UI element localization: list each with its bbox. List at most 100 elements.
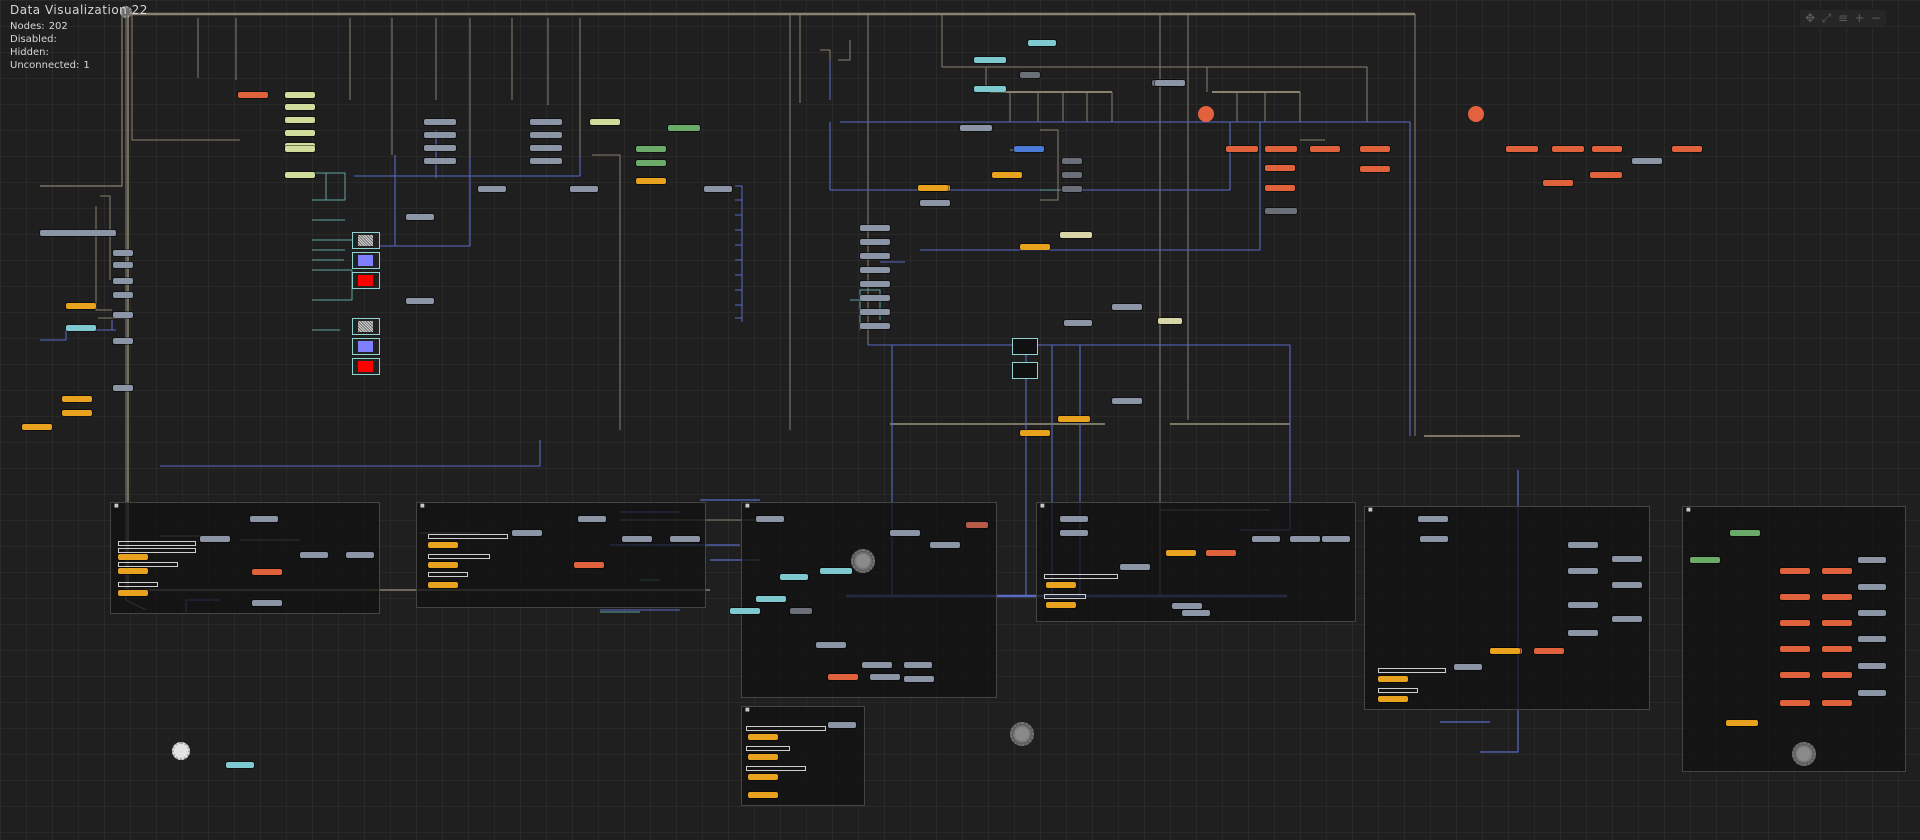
graph-node[interactable] [870,674,900,680]
text-field[interactable] [428,572,468,577]
text-field[interactable] [746,726,826,731]
graph-node[interactable] [113,292,133,298]
graph-node[interactable] [1198,106,1214,122]
graph-node[interactable] [748,792,778,798]
graph-node[interactable] [1552,146,1584,152]
graph-node[interactable] [860,267,890,273]
graph-node[interactable] [1592,146,1622,152]
graph-node[interactable] [1506,146,1538,152]
graph-node[interactable] [1182,610,1210,616]
graph-node[interactable] [1822,700,1852,706]
graph-node[interactable] [756,516,784,522]
graph-node[interactable] [1020,244,1050,250]
graph-node[interactable] [1792,742,1816,766]
graph-node[interactable] [1780,700,1810,706]
graph-node[interactable] [1322,536,1350,542]
graph-node[interactable] [930,542,960,548]
graph-node[interactable] [62,396,92,402]
graph-node[interactable] [66,303,96,309]
graph-node[interactable] [428,542,458,548]
graph-node[interactable] [1454,664,1482,670]
graph-node[interactable] [1858,610,1886,616]
graph-node[interactable] [570,186,598,192]
graph-node[interactable] [668,125,700,131]
graph-node[interactable] [1590,172,1622,178]
graph-node[interactable] [1378,676,1408,682]
graph-node[interactable] [904,662,932,668]
graph-node[interactable] [816,642,846,648]
graph-node[interactable] [1226,146,1258,152]
graph-node[interactable] [285,130,315,136]
graph-node[interactable] [1730,530,1760,536]
graph-node[interactable] [1265,146,1297,152]
graph-node[interactable] [1058,416,1090,422]
graph-node[interactable] [748,774,778,780]
graph-node[interactable] [966,522,988,528]
graph-node[interactable] [636,178,666,184]
graph-node[interactable] [860,225,890,231]
graph-node[interactable] [1780,646,1810,652]
graph-node[interactable] [1120,564,1150,570]
graph-node[interactable] [1822,646,1852,652]
graph-node[interactable] [1726,720,1758,726]
graph-node[interactable] [113,338,133,344]
graph-node[interactable] [1252,536,1280,542]
text-field[interactable] [746,746,790,751]
graph-node[interactable] [424,145,456,151]
graph-node[interactable] [1822,620,1852,626]
graph-node[interactable] [1062,172,1082,178]
graph-node[interactable] [1046,582,1076,588]
graph-node[interactable] [730,608,760,614]
graph-node[interactable] [1822,672,1852,678]
graph-node[interactable] [406,214,434,220]
texture-preview[interactable] [352,338,380,355]
texture-preview[interactable] [352,272,380,289]
graph-node[interactable] [66,325,96,331]
graph-node[interactable] [1060,232,1092,238]
graph-node[interactable] [346,552,374,558]
graph-node[interactable] [860,253,890,259]
graph-node[interactable] [478,186,506,192]
graph-node[interactable] [756,596,786,602]
graph-node[interactable] [920,200,950,206]
graph-node[interactable] [1064,320,1092,326]
graph-node[interactable] [1780,594,1810,600]
graph-node[interactable] [1265,185,1295,191]
graph-node[interactable] [622,536,652,542]
graph-node[interactable] [1014,146,1044,152]
zoom-out-icon[interactable]: − [1869,11,1883,25]
graph-node[interactable] [574,562,604,568]
graph-node[interactable] [1010,722,1034,746]
graph-node[interactable] [851,549,875,573]
fullscreen-icon[interactable]: ⤢ [1819,11,1833,25]
graph-node[interactable] [860,281,890,287]
node-graph-canvas[interactable]: Data Visualization 22 Nodes: 202 Disabled… [0,0,1920,840]
graph-node[interactable] [1780,568,1810,574]
graph-node[interactable] [428,562,458,568]
graph-node[interactable] [590,119,620,125]
graph-node[interactable] [918,185,948,191]
graph-node[interactable] [860,323,890,329]
graph-node[interactable] [790,608,812,614]
graph-node[interactable] [1534,648,1564,654]
graph-node[interactable] [1672,146,1702,152]
graph-node[interactable] [118,590,148,596]
graph-node[interactable] [1028,40,1056,46]
graph-node[interactable] [113,250,133,256]
graph-node[interactable] [636,160,666,166]
graph-node[interactable] [530,145,562,151]
text-field[interactable] [118,541,196,546]
graph-node[interactable] [200,536,230,542]
graph-node[interactable] [860,309,890,315]
graph-node[interactable] [1046,602,1076,608]
node-group[interactable]: ■ [110,502,380,614]
text-field[interactable] [1378,688,1418,693]
graph-node[interactable] [1112,398,1142,404]
graph-node[interactable] [1166,550,1196,556]
graph-node[interactable] [704,186,732,192]
graph-node[interactable] [424,132,456,138]
texture-preview[interactable] [352,252,380,269]
graph-node[interactable] [530,158,562,164]
graph-node[interactable] [780,574,808,580]
graph-node[interactable] [406,298,434,304]
